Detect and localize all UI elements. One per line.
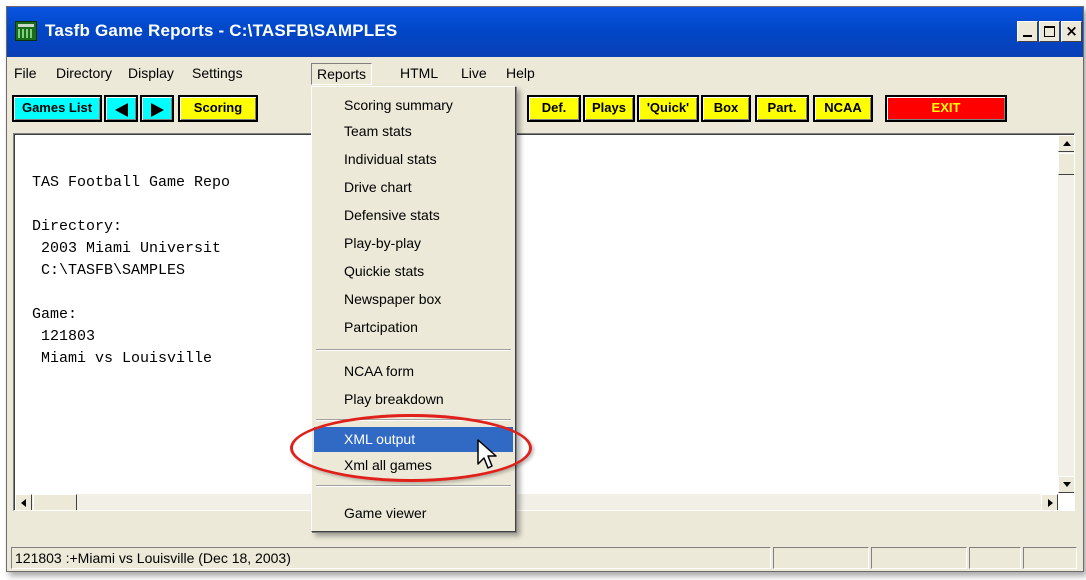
- left-arrow-icon: [115, 103, 128, 117]
- ncaa-button[interactable]: NCAA: [813, 95, 873, 122]
- menu-item-play-by-play[interactable]: Play-by-play: [314, 231, 513, 256]
- status-panel-3: [871, 547, 967, 569]
- right-arrow-icon: [151, 103, 164, 117]
- scroll-left-button[interactable]: [15, 494, 32, 510]
- part-button[interactable]: Part.: [755, 95, 809, 122]
- report-panel[interactable]: TAS Football Game Repo Directory: 2003 Mi…: [13, 133, 1075, 511]
- vertical-scroll-thumb[interactable]: [1058, 153, 1074, 175]
- games-list-button[interactable]: Games List: [12, 95, 102, 122]
- menu-item-game-viewer[interactable]: Game viewer: [314, 501, 513, 526]
- menu-help[interactable]: Help: [501, 63, 540, 85]
- minimize-icon: [1023, 35, 1032, 37]
- title-bar[interactable]: Tasfb Game Reports - C:\TASFB\SAMPLES ×: [7, 7, 1083, 57]
- menu-display[interactable]: Display: [123, 63, 179, 85]
- status-bar: 121803 :+Miami vs Louisville (Dec 18, 20…: [11, 547, 1079, 569]
- app-icon[interactable]: [15, 21, 37, 41]
- menu-file[interactable]: File: [9, 63, 42, 85]
- exit-button[interactable]: EXIT: [885, 95, 1007, 122]
- status-text: 121803 :+Miami vs Louisville (Dec 18, 20…: [11, 547, 771, 569]
- menu-item-ncaa-form[interactable]: NCAA form: [314, 359, 513, 384]
- status-panel-5: [1023, 547, 1077, 569]
- game-name: Miami vs Louisville: [41, 350, 213, 367]
- scroll-up-button[interactable]: [1058, 135, 1074, 152]
- menu-directory[interactable]: Directory: [51, 63, 117, 85]
- scroll-right-button[interactable]: [1041, 494, 1058, 510]
- close-button[interactable]: ×: [1061, 21, 1082, 42]
- menu-settings[interactable]: Settings: [187, 63, 248, 85]
- left-arrow-icon: [21, 499, 26, 507]
- toolbar: Games List Scoring Def. Plays 'Quick' Bo…: [7, 89, 1083, 127]
- close-icon: ×: [1065, 22, 1078, 40]
- directory-name: 2003 Miami Universit: [41, 240, 222, 257]
- horizontal-scroll-thumb[interactable]: [33, 494, 77, 510]
- menu-item-participation[interactable]: Partcipation: [314, 315, 513, 340]
- menu-item-defensive-stats[interactable]: Defensive stats: [314, 203, 513, 228]
- game-id: 121803: [41, 328, 96, 345]
- def-button[interactable]: Def.: [527, 95, 581, 122]
- up-arrow-icon: [1063, 141, 1071, 146]
- right-arrow-icon: [1048, 499, 1053, 507]
- menu-bar: File Directory Display Settings Reports …: [7, 59, 1083, 87]
- window-title: Tasfb Game Reports - C:\TASFB\SAMPLES: [45, 21, 398, 40]
- menu-item-team-stats[interactable]: Team stats: [314, 119, 513, 144]
- report-heading: TAS Football Game Repo: [32, 174, 231, 191]
- previous-game-button[interactable]: [104, 95, 138, 122]
- menu-item-individual-stats[interactable]: Individual stats: [314, 147, 513, 172]
- menu-item-scoring-summary[interactable]: Scoring summary: [314, 93, 513, 118]
- minimize-button[interactable]: [1017, 21, 1038, 42]
- game-label: Game:: [32, 306, 78, 323]
- maximize-button[interactable]: [1039, 21, 1060, 42]
- maximize-icon: [1044, 26, 1055, 37]
- menu-item-drive-chart[interactable]: Drive chart: [314, 175, 513, 200]
- horizontal-scrollbar[interactable]: [15, 494, 1058, 510]
- app-window: Tasfb Game Reports - C:\TASFB\SAMPLES × …: [6, 6, 1084, 572]
- down-arrow-icon: [1063, 482, 1071, 487]
- box-button[interactable]: Box: [701, 95, 751, 122]
- menu-html[interactable]: HTML: [395, 63, 443, 85]
- menu-item-quickie-stats[interactable]: Quickie stats: [314, 259, 513, 284]
- menu-separator: [316, 349, 511, 351]
- report-text: TAS Football Game Repo Directory: 2003 Mi…: [32, 172, 230, 370]
- mouse-pointer-icon: [477, 439, 497, 469]
- scoring-button[interactable]: Scoring: [178, 95, 258, 122]
- directory-label: Directory:: [32, 218, 123, 235]
- menu-separator: [316, 485, 511, 487]
- status-panel-2: [773, 547, 869, 569]
- menu-live[interactable]: Live: [456, 63, 492, 85]
- directory-path: C:\TASFB\SAMPLES: [41, 262, 186, 279]
- vertical-scrollbar[interactable]: [1058, 135, 1074, 493]
- status-panel-4: [969, 547, 1021, 569]
- menu-item-newspaper-box[interactable]: Newspaper box: [314, 287, 513, 312]
- scroll-down-button[interactable]: [1058, 476, 1074, 493]
- plays-button[interactable]: Plays: [583, 95, 635, 122]
- next-game-button[interactable]: [140, 95, 174, 122]
- menu-reports[interactable]: Reports: [311, 63, 373, 85]
- quick-button[interactable]: 'Quick': [637, 95, 699, 122]
- menu-item-play-breakdown[interactable]: Play breakdown: [314, 387, 513, 412]
